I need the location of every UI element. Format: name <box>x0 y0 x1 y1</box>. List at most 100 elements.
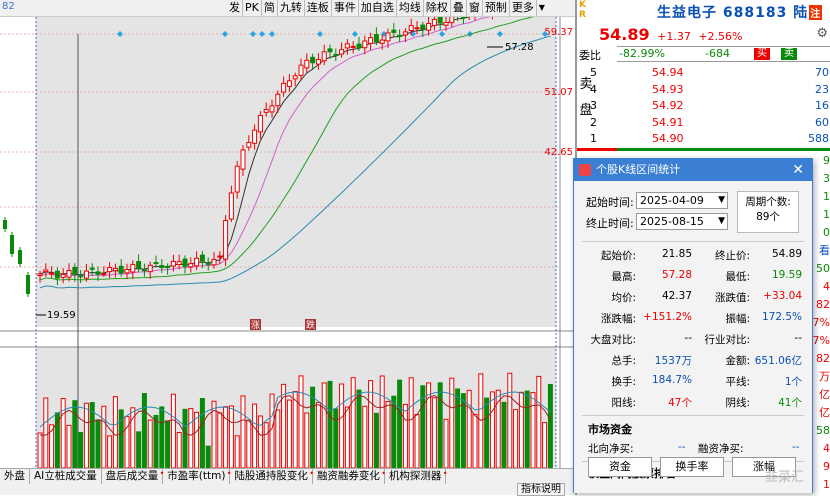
candle-body <box>3 220 7 229</box>
candle-body <box>153 262 159 265</box>
volume-bar <box>205 445 211 469</box>
indicator-tab[interactable]: 机构探测器 • <box>385 469 447 484</box>
toolbar-button[interactable]: 均线 <box>397 0 424 17</box>
toolbar-button[interactable]: 预制 <box>483 0 510 17</box>
ask-level: 1 <box>590 132 597 145</box>
event-badge-label: 涨 <box>251 320 260 331</box>
side-value: 亿 <box>819 406 830 419</box>
stat-value: 21.85 <box>661 248 692 260</box>
rank-button[interactable]: 资金 <box>588 457 652 477</box>
toolbar-button[interactable]: 加自选 <box>359 0 397 17</box>
side-value: 9 <box>823 460 830 473</box>
ask-volume: 70 <box>815 66 829 79</box>
start-date-select[interactable]: 2025-04-09 ▼ <box>636 192 728 209</box>
volume-bar <box>344 406 350 469</box>
ask-row[interactable]: 5 54.94 70 <box>590 64 830 81</box>
gear-icon[interactable]: ⚙ <box>816 26 828 41</box>
stat-label: 行业对比: <box>704 334 750 346</box>
toolbar-button[interactable]: 除权 <box>424 0 451 17</box>
ask-row[interactable]: 2 54.91 60 <box>590 114 830 131</box>
kline-chart[interactable]: 59.37 51.07 42.65 57.28 19.59 涨跌 <box>0 0 575 477</box>
dialog-title: 个股K线区间统计 <box>596 163 681 176</box>
stat-value: 57.28 <box>661 269 692 281</box>
stock-name: 生益电子 <box>657 5 717 21</box>
side-value: 万 <box>819 370 830 383</box>
indicator-tab-label: 机构探测器 <box>388 470 442 482</box>
toolbar-button[interactable]: 叠 <box>451 0 467 17</box>
ask-row[interactable]: 3 54.92 16 <box>590 97 830 114</box>
volume-bar <box>246 419 252 469</box>
side-value: 58 <box>816 424 830 437</box>
volume-bar <box>269 393 275 469</box>
chart-toolbar: 82 发 PK 简九转 连板 事件 加自选 均线 除权叠窗预制 更多 ▼ <box>0 0 575 17</box>
ask-row[interactable]: 4 54.93 23 <box>590 81 830 98</box>
close-icon[interactable]: ✕ <box>792 159 804 181</box>
buy-button[interactable]: 买 <box>754 48 770 60</box>
candle-body <box>223 219 229 260</box>
toolbar-button[interactable]: 窗 <box>467 0 483 17</box>
candle-body <box>95 271 101 275</box>
candle-body <box>344 43 350 49</box>
indicator-tab[interactable]: AI立桩成交量 <box>30 469 102 484</box>
toolbar-button[interactable]: 连板 <box>305 0 332 17</box>
sell-button[interactable]: 卖 <box>781 48 797 60</box>
volume-bar <box>350 377 356 469</box>
volume-bar <box>165 420 171 469</box>
toolbar-button[interactable]: 简 <box>262 0 278 17</box>
toolbar-button[interactable]: PK <box>243 0 262 17</box>
volume-bar <box>408 377 414 469</box>
indicator-tab[interactable]: 融资融券变化 • <box>313 469 386 484</box>
toolbar-button[interactable]: 事件 <box>332 0 359 17</box>
dialog-titlebar[interactable]: 个股K线区间统计 ✕ <box>574 159 812 181</box>
side-value: 3 <box>823 172 830 185</box>
weibi-label: 委比 <box>579 49 601 62</box>
candle-body <box>269 105 275 113</box>
candle-body <box>443 21 449 26</box>
ask-row[interactable]: 1 54.90 588 <box>590 130 830 147</box>
candle-body <box>304 59 310 69</box>
volume-bar <box>72 400 78 469</box>
stat-value: 19.59 <box>771 269 802 281</box>
rank-button[interactable]: 换手率 <box>660 457 724 477</box>
ask-level: 4 <box>590 82 597 96</box>
indicator-tab-label: 市盈率(ttm) <box>167 470 226 482</box>
volume-bar <box>321 382 327 469</box>
indicator-help-button[interactable]: 指标说明 <box>517 483 565 496</box>
weibi-value: -82.99% <box>619 47 665 60</box>
toolbar-button[interactable]: 九转 <box>278 0 305 17</box>
side-value: 7% <box>812 334 830 347</box>
dialog-body: 起始时间: 2025-04-09 ▼ 终止时间: 2025-08-15 ▼ 周期个数… <box>574 181 812 493</box>
ask-price: 54.91 <box>652 115 684 129</box>
indicator-tab[interactable]: 市盈率(ttm) • <box>163 469 231 484</box>
toolbar-button[interactable]: 更多 <box>510 0 537 17</box>
toolbar-dropdown-icon[interactable]: ▼ <box>537 0 547 16</box>
candle-body <box>408 25 414 32</box>
indicator-tab[interactable]: 盘后成交量 • <box>102 469 164 484</box>
volume-bar <box>547 383 553 469</box>
indicator-tab[interactable]: 外盘 <box>0 469 30 484</box>
candle-body <box>107 266 113 273</box>
indicator-tab[interactable]: 陆股通持股变化 • <box>230 469 314 484</box>
volume-bar <box>159 406 165 469</box>
side-value: 亿 <box>819 388 830 401</box>
volume-bar <box>95 419 101 469</box>
candle-body <box>217 255 223 258</box>
candle-body <box>228 192 234 220</box>
toolbar-button[interactable]: 发 <box>227 0 243 17</box>
event-badge-label: 跌 <box>306 320 315 331</box>
candle-body <box>420 24 426 31</box>
toolbar-buttons: 发 PK 简九转 连板 事件 加自选 均线 除权叠窗预制 更多 ▼ <box>227 0 547 17</box>
end-date-select[interactable]: 2025-08-15 ▼ <box>636 213 728 230</box>
candle-body <box>397 34 403 37</box>
price-axis-label: 51.07 <box>544 87 573 98</box>
north-label: 北向净买: <box>588 443 634 455</box>
candle-body <box>379 39 385 44</box>
candle-body <box>315 59 321 65</box>
kline-chart-svg[interactable]: 59.3751.0742.6557.2819.59涨跌 <box>0 0 575 469</box>
candle-body <box>368 37 374 44</box>
candle-body <box>286 80 292 87</box>
stat-label: 最低: <box>725 271 750 283</box>
stat-value: 172.5% <box>761 311 802 323</box>
stat-value: 1537万 <box>654 355 692 367</box>
new-dot-icon: • <box>442 469 448 478</box>
